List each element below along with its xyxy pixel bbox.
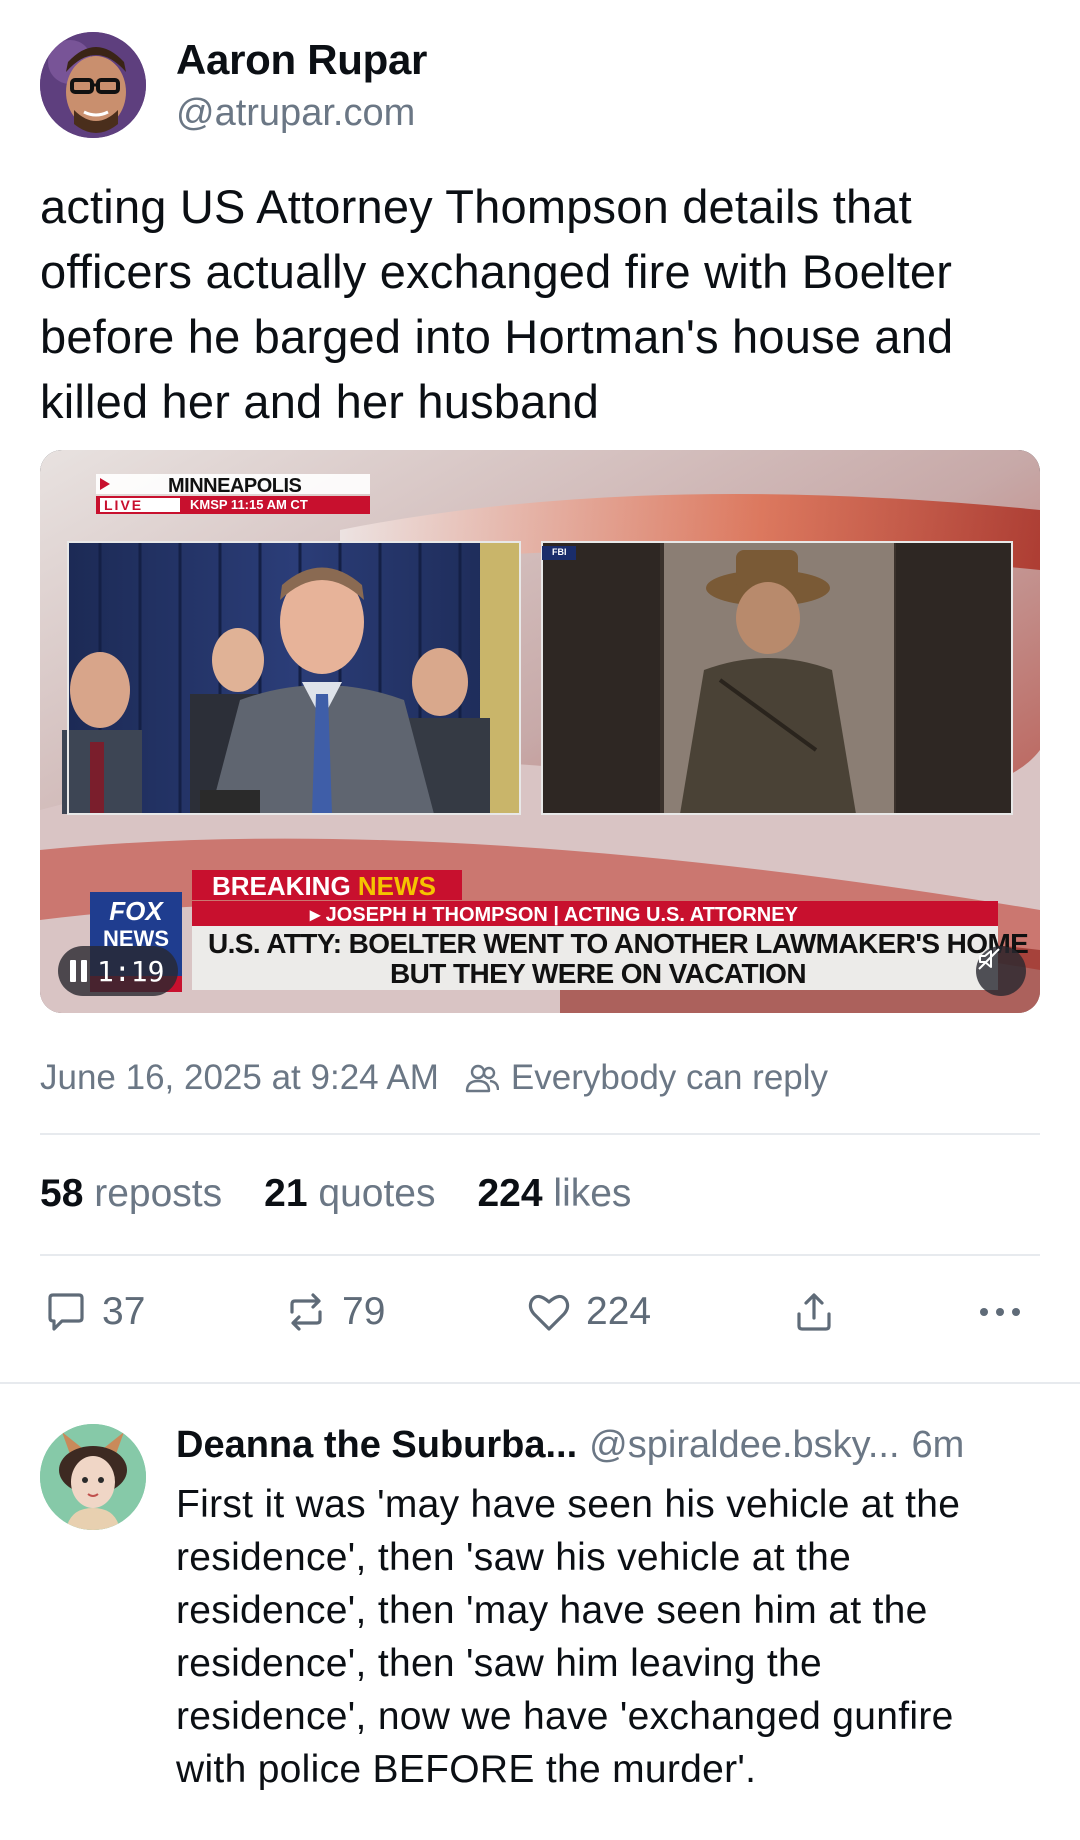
reply-author-avatar[interactable] [40, 1424, 146, 1530]
network-logo: FOX NEWS [92, 897, 180, 953]
headline-line-1: U.S. ATTY: BOELTER WENT TO ANOTHER LAWMA… [208, 928, 1029, 959]
reply-author-name[interactable]: Deanna the Suburba... [176, 1424, 577, 1467]
more-options-button[interactable] [974, 1290, 1026, 1334]
author-avatar[interactable] [40, 32, 146, 138]
reposts-label: reposts [94, 1172, 223, 1215]
heart-icon [528, 1294, 570, 1331]
avatar-image [40, 1424, 146, 1530]
share-upload-icon [797, 1293, 831, 1331]
avatar-image [40, 32, 146, 138]
news-word: NEWS [357, 871, 436, 901]
muted-speaker-icon [978, 948, 1000, 970]
pause-icon [70, 960, 87, 982]
repost-button[interactable]: 79 [284, 1290, 385, 1334]
like-count: 224 [586, 1290, 652, 1333]
breaking-label: BREAKING NEWS [212, 871, 436, 902]
reply-count: 37 [102, 1290, 146, 1333]
name-bar-arrow: ▸ [310, 904, 326, 926]
repost-count: 79 [342, 1290, 386, 1333]
author-handle[interactable]: @atrupar.com [176, 92, 415, 135]
speech-bubble-icon [48, 1293, 84, 1331]
video-fbi-label: FBI [552, 547, 567, 557]
ellipsis-icon [980, 1308, 1020, 1316]
post-timestamp: June 16, 2025 at 9:24 AM [40, 1058, 439, 1097]
share-button[interactable] [792, 1290, 836, 1334]
post-meta: June 16, 2025 at 9:24 AM Everybody can r… [40, 1058, 828, 1098]
name-bar: ▸ JOSEPH H THOMPSON | ACTING U.S. ATTORN… [310, 902, 798, 927]
reply-header: Deanna the Suburba... @spiraldee.bsky...… [176, 1424, 1046, 1467]
thread-divider [0, 1382, 1080, 1384]
reply-button[interactable]: 37 [44, 1290, 145, 1334]
action-bar: 37 79 224 [40, 1290, 1040, 1350]
likes-stat[interactable]: 224 likes [477, 1172, 631, 1216]
video-time: 1:19 [97, 954, 165, 988]
author-name[interactable]: Aaron Rupar [176, 36, 427, 84]
video-live-label: LIVE [104, 497, 144, 513]
name-bar-text: JOSEPH H THOMPSON | ACTING U.S. ATTORNEY [325, 904, 798, 926]
reply-text: First it was 'may have seen his vehicle … [176, 1483, 961, 1791]
quotes-count: 21 [264, 1172, 308, 1215]
reply-setting[interactable]: Everybody can reply [511, 1058, 828, 1098]
mute-button[interactable] [976, 946, 1026, 996]
post-text: acting US Attorney Thompson details that… [40, 180, 954, 428]
video-station-time: KMSP 11:15 AM CT [190, 497, 308, 512]
likes-count: 224 [477, 1172, 543, 1215]
breaking-word: BREAKING [212, 871, 351, 901]
play-pause-button[interactable]: 1:19 [58, 946, 179, 996]
quotes-label: quotes [318, 1172, 436, 1215]
people-icon [465, 1061, 499, 1095]
headline-line-2: BUT THEY WERE ON VACATION [390, 958, 807, 989]
reply-author-handle[interactable]: @spiraldee.bsky... [589, 1424, 899, 1467]
reposts-count: 58 [40, 1172, 84, 1215]
video-location-label: MINNEAPOLIS [168, 475, 302, 497]
reposts-stat[interactable]: 58 reposts [40, 1172, 222, 1216]
like-button[interactable]: 224 [526, 1290, 651, 1334]
video-player[interactable]: MINNEAPOLIS LIVE KMSP 11:15 AM CT FBI BR… [40, 450, 1040, 1013]
repost-arrows-icon [290, 1293, 322, 1331]
divider [40, 1133, 1040, 1135]
likes-label: likes [553, 1172, 632, 1215]
network-logo-top: FOX [109, 896, 163, 926]
reply-time: 6m [911, 1424, 965, 1466]
divider [40, 1254, 1040, 1256]
quotes-stat[interactable]: 21 quotes [264, 1172, 435, 1216]
engagement-stats: 58 reposts 21 quotes 224 likes [40, 1172, 673, 1216]
